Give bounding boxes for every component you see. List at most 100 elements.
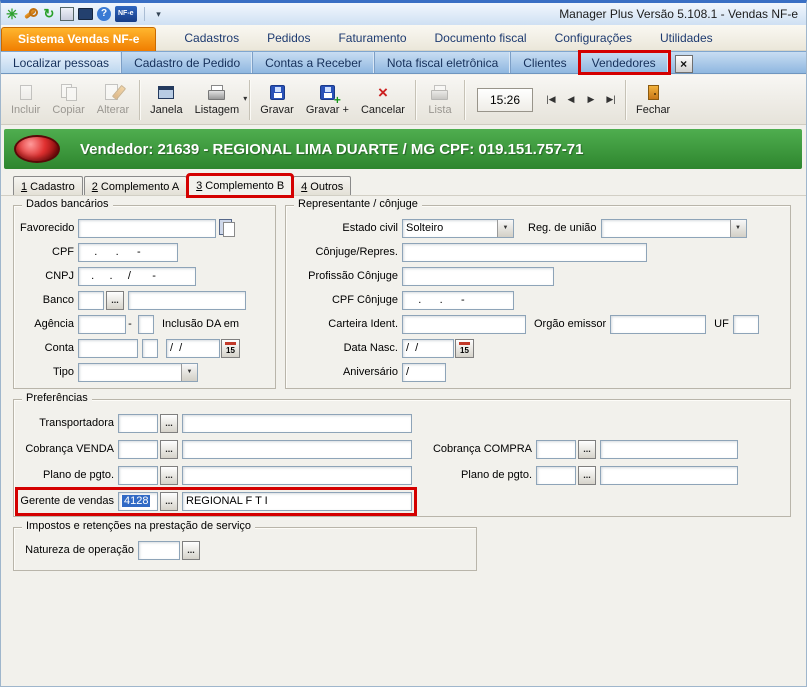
tab-outros[interactable]: 4Outros bbox=[293, 176, 351, 196]
estado-civil-dropdown[interactable]: Solteiro ▼ bbox=[402, 219, 514, 238]
conta-field[interactable] bbox=[78, 339, 138, 358]
favorecido-field[interactable] bbox=[78, 219, 216, 238]
transportadora-name-field[interactable] bbox=[182, 414, 412, 433]
janela-button[interactable]: Janela bbox=[144, 78, 188, 122]
banco-code-field[interactable] bbox=[78, 291, 104, 310]
save-floppy-icon bbox=[270, 83, 285, 101]
cobranca-venda-code-field[interactable] bbox=[118, 440, 158, 459]
transportadora-lookup-button[interactable]: ... bbox=[160, 414, 178, 433]
tab-cadastro[interactable]: 1Cadastro bbox=[13, 176, 83, 196]
refresh-icon[interactable]: ↻ bbox=[42, 6, 56, 22]
toolbar-separator bbox=[464, 80, 465, 120]
wtab-contas-a-receber[interactable]: Contas a Receber bbox=[253, 52, 375, 73]
plano-pgto-name-field[interactable] bbox=[182, 466, 412, 485]
calculator-icon[interactable] bbox=[60, 7, 74, 21]
chevron-down-icon[interactable]: ▼ bbox=[497, 220, 513, 237]
close-tab-button[interactable]: × bbox=[675, 55, 693, 73]
profissao-field[interactable] bbox=[402, 267, 554, 286]
menu-utilidades[interactable]: Utilidades bbox=[660, 31, 713, 45]
conjuge-field[interactable] bbox=[402, 243, 647, 262]
help-icon[interactable]: ? bbox=[97, 7, 111, 21]
plano-pgto2-code-field[interactable] bbox=[536, 466, 576, 485]
paste-clipboard-icon[interactable] bbox=[219, 219, 236, 237]
plano-pgto2-name-field[interactable] bbox=[600, 466, 738, 485]
menu-pedidos[interactable]: Pedidos bbox=[267, 31, 310, 45]
chevron-down-icon[interactable]: ▾ bbox=[243, 94, 247, 103]
wrench-tools-icon[interactable] bbox=[23, 6, 38, 22]
page-tabs: 1Cadastro 2Complemento A 3Complemento B … bbox=[13, 175, 352, 196]
banco-name-field[interactable] bbox=[128, 291, 246, 310]
menu-documento-fiscal[interactable]: Documento fiscal bbox=[435, 31, 527, 45]
transportadora-code-field[interactable] bbox=[118, 414, 158, 433]
data-nasc-field[interactable]: / / bbox=[402, 339, 454, 358]
cobranca-venda-name-field[interactable] bbox=[182, 440, 412, 459]
gravar-button[interactable]: Gravar bbox=[254, 78, 300, 122]
nav-first-button[interactable]: |◀ bbox=[541, 89, 561, 111]
listagem-button[interactable]: Listagem ▾ bbox=[189, 78, 246, 122]
monitor-icon[interactable] bbox=[78, 8, 93, 20]
wtab-cadastro-de-pedido[interactable]: Cadastro de Pedido bbox=[122, 52, 253, 73]
calendar-button[interactable]: 15 bbox=[455, 339, 474, 358]
tab-complemento-a[interactable]: 2Complemento A bbox=[84, 176, 187, 196]
cobranca-compra-lookup-button[interactable]: ... bbox=[578, 440, 596, 459]
favorecido-label: Favorecido bbox=[20, 222, 78, 234]
estado-civil-label: Estado civil bbox=[292, 222, 402, 234]
conta-digit-field[interactable] bbox=[142, 339, 158, 358]
cancelar-button[interactable]: × Cancelar bbox=[355, 78, 411, 122]
fechar-button[interactable]: Fechar bbox=[630, 78, 676, 122]
inclusao-da-date-field[interactable]: / / bbox=[166, 339, 220, 358]
nav-prev-button[interactable]: ◀ bbox=[561, 89, 581, 111]
banco-lookup-button[interactable]: ... bbox=[106, 291, 124, 310]
cobranca-compra-name-field[interactable] bbox=[600, 440, 738, 459]
app-logo-icon[interactable]: ✳ bbox=[5, 6, 19, 22]
cnpj-label: CNPJ bbox=[20, 270, 78, 282]
nav-last-button[interactable]: ▶| bbox=[601, 89, 621, 111]
gravar-mais-button[interactable]: + Gravar + bbox=[300, 78, 355, 122]
gerente-vendas-name-field[interactable]: REGIONAL F T I bbox=[182, 492, 412, 511]
menu-faturamento[interactable]: Faturamento bbox=[338, 31, 406, 45]
cnpj-field[interactable]: . . / - bbox=[78, 267, 196, 286]
plano-pgto2-lookup-button[interactable]: ... bbox=[578, 466, 596, 485]
nfe-logo-icon[interactable]: NF-e bbox=[115, 6, 137, 22]
carteira-field[interactable] bbox=[402, 315, 526, 334]
lista-button[interactable]: Lista bbox=[420, 78, 460, 122]
orgao-emissor-field[interactable] bbox=[610, 315, 706, 334]
wtab-nota-fiscal-eletronica[interactable]: Nota fiscal eletrônica bbox=[375, 52, 511, 73]
plano-pgto-lookup-button[interactable]: ... bbox=[160, 466, 178, 485]
chevron-down-icon[interactable]: ▼ bbox=[730, 220, 746, 237]
tab-complemento-b[interactable]: 3Complemento B bbox=[188, 175, 292, 196]
plano-pgto2-label: Plano de pgto. bbox=[426, 469, 536, 481]
natureza-operacao-field[interactable] bbox=[138, 541, 180, 560]
gerente-vendas-code-field[interactable]: 4128 bbox=[118, 492, 158, 511]
uf-field[interactable] bbox=[733, 315, 759, 334]
tipo-dropdown[interactable]: ▼ bbox=[78, 363, 198, 382]
copiar-button[interactable]: Copiar bbox=[46, 78, 90, 122]
wtab-clientes[interactable]: Clientes bbox=[511, 52, 579, 73]
menu-configuracoes[interactable]: Configurações bbox=[555, 31, 632, 45]
cobranca-venda-lookup-button[interactable]: ... bbox=[160, 440, 178, 459]
chevron-down-icon[interactable]: ▾ bbox=[152, 6, 166, 22]
cobranca-compra-code-field[interactable] bbox=[536, 440, 576, 459]
incluir-button[interactable]: Incluir bbox=[5, 78, 46, 122]
system-tab-sistema-vendas[interactable]: Sistema Vendas NF-e bbox=[1, 27, 156, 51]
cpf-field[interactable]: . . - bbox=[78, 243, 178, 262]
plano-pgto-code-field[interactable] bbox=[118, 466, 158, 485]
natureza-operacao-lookup-button[interactable]: ... bbox=[182, 541, 200, 560]
agencia-field[interactable] bbox=[78, 315, 126, 334]
gerente-vendas-lookup-button[interactable]: ... bbox=[160, 492, 178, 511]
reg-uniao-dropdown[interactable]: ▼ bbox=[601, 219, 747, 238]
conjuge-row: Cônjuge/Repres. bbox=[286, 240, 790, 264]
chevron-down-icon[interactable]: ▼ bbox=[181, 364, 197, 381]
calendar-button[interactable]: 15 bbox=[221, 339, 240, 358]
wtab-vendedores[interactable]: Vendedores bbox=[580, 52, 669, 73]
cpf-conjuge-field[interactable]: . . - bbox=[402, 291, 514, 310]
menu-cadastros[interactable]: Cadastros bbox=[184, 31, 239, 45]
cancel-x-icon: × bbox=[378, 83, 388, 101]
lista-label: Lista bbox=[428, 104, 451, 116]
wtab-localizar-pessoas[interactable]: Localizar pessoas bbox=[1, 52, 122, 73]
nav-next-button[interactable]: ▶ bbox=[581, 89, 601, 111]
aniversario-field[interactable]: / bbox=[402, 363, 446, 382]
agencia-digit-field[interactable] bbox=[138, 315, 154, 334]
clock-display: 15:26 bbox=[477, 88, 533, 112]
alterar-button[interactable]: Alterar bbox=[91, 78, 135, 122]
